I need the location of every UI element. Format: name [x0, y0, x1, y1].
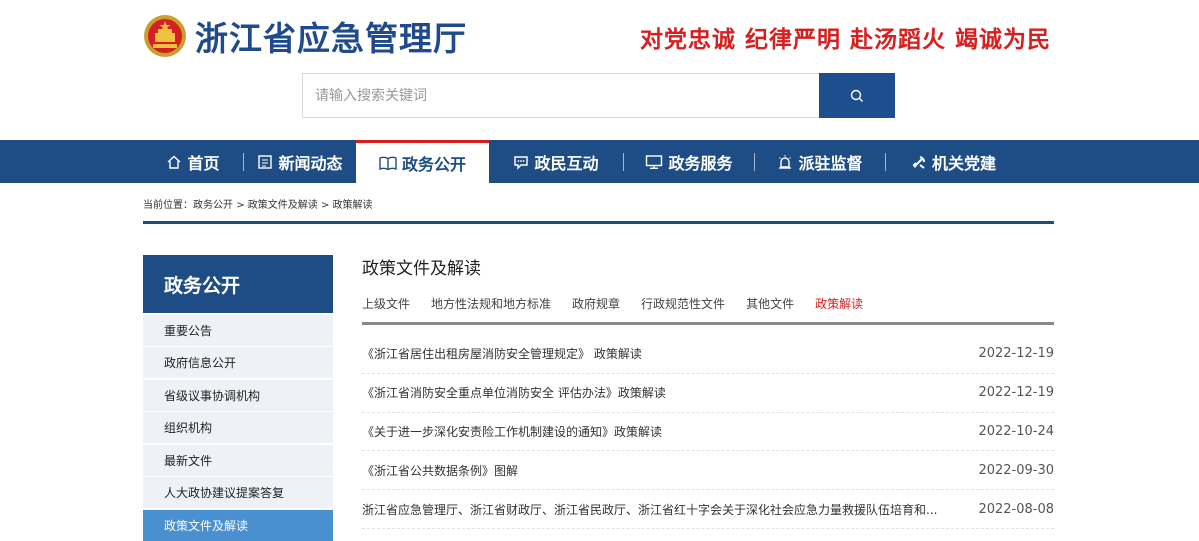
nav-item-party[interactable]: 机关党建: [886, 140, 1021, 183]
party-icon: [911, 154, 927, 170]
nav-label: 政务公开: [401, 155, 466, 174]
main-nav: 首页 新闻动态 政务公开 政民互动 政务服务 派驻监督 机关党建: [0, 140, 1199, 183]
breadcrumb-link[interactable]: 政策文件及解读: [248, 200, 318, 211]
search-icon: [850, 89, 863, 102]
article-date: 2022-12-19: [978, 385, 1054, 401]
nav-item-supervision[interactable]: 派驻监督: [755, 140, 885, 183]
sidebar-item-latest-files[interactable]: 最新文件: [143, 444, 333, 476]
breadcrumb-link[interactable]: 政务公开: [193, 200, 233, 211]
nav-label: 派驻监督: [798, 153, 863, 173]
sidebar-item-announcements[interactable]: 重要公告: [143, 314, 333, 346]
search-input[interactable]: [302, 73, 819, 118]
nav-label: 首页: [187, 153, 220, 173]
list-item: 浙江省应急管理厅、浙江省财政厅、浙江省民政厅、浙江省红十字会关于深化社会应急力量…: [362, 490, 1054, 529]
sidebar-item-info-disclosure[interactable]: 政府信息公开: [143, 347, 333, 378]
breadcrumb: 当前位置：政务公开 > 政策文件及解读 > 政策解读: [143, 196, 373, 211]
tab-other-files[interactable]: 其他文件: [746, 295, 794, 312]
tab-local-regulations[interactable]: 地方性法规和地方标准: [431, 295, 551, 312]
home-icon: [166, 154, 182, 170]
slogan: 对党忠诚 纪律严明 赴汤蹈火 竭诚为民: [639, 27, 1051, 53]
page: 浙江省应急管理厅 对党忠诚 纪律严明 赴汤蹈火 竭诚为民 首页: [0, 0, 1199, 541]
breadcrumb-separator: >: [320, 200, 330, 211]
article-date: 2022-09-30: [978, 462, 1054, 478]
category-tabs: 上级文件 地方性法规和地方标准 政府规章 行政规范性文件 其他文件 政策解读: [362, 295, 1054, 312]
list-item: 《浙江省居住出租房屋消防安全管理规定》 政策解读 2022-12-19: [362, 335, 1054, 374]
site-logo[interactable]: 浙江省应急管理厅: [143, 12, 467, 60]
nav-label: 政务服务: [668, 153, 733, 173]
sidebar-item-proposals[interactable]: 人大政协建议提案答复: [143, 477, 333, 508]
tab-gov-rules[interactable]: 政府规章: [572, 295, 620, 312]
alarm-icon: [777, 154, 793, 170]
search-button[interactable]: [819, 73, 895, 118]
nav-label: 机关党建: [931, 153, 996, 173]
monitor-icon: [645, 154, 663, 170]
tab-policy-interpretation[interactable]: 政策解读: [815, 295, 863, 312]
article-date: 2022-08-08: [978, 501, 1054, 517]
nav-item-home[interactable]: 首页: [143, 140, 243, 183]
tabs-divider: [362, 322, 1054, 325]
list-item: 《浙江省消防安全重点单位消防安全 评估办法》政策解读 2022-12-19: [362, 374, 1054, 413]
sidebar-item-policy-files[interactable]: 政策文件及解读: [143, 509, 333, 541]
breadcrumb-current[interactable]: 政策解读: [333, 200, 373, 211]
book-icon: [379, 155, 397, 171]
article-link[interactable]: 《浙江省居住出租房屋消防安全管理规定》 政策解读: [362, 345, 642, 362]
nav-item-services[interactable]: 政务服务: [624, 140, 754, 183]
newspaper-icon: [257, 154, 273, 170]
breadcrumb-prefix: 当前位置：: [143, 200, 193, 211]
article-link[interactable]: 《浙江省消防安全重点单位消防安全 评估办法》政策解读: [362, 384, 666, 401]
tab-normative-files[interactable]: 行政规范性文件: [641, 295, 725, 312]
breadcrumb-divider: [143, 221, 1054, 224]
national-emblem-icon: [144, 15, 186, 57]
search-bar: [302, 73, 895, 118]
section-title: 政策文件及解读: [362, 259, 481, 279]
nav-item-interaction[interactable]: 政民互动: [489, 140, 623, 183]
list-item: 《关于进一步深化安责险工作机制建设的通知》政策解读 2022-10-24: [362, 413, 1054, 452]
chat-icon: [513, 154, 529, 170]
article-date: 2022-10-24: [978, 423, 1054, 439]
main-content: 政策文件及解读 上级文件 地方性法规和地方标准 政府规章 行政规范性文件 其他文…: [362, 255, 1054, 529]
sidebar-item-organization[interactable]: 组织机构: [143, 412, 333, 443]
article-date: 2022-12-19: [978, 346, 1054, 362]
sidebar-item-coordination[interactable]: 省级议事协调机构: [143, 379, 333, 411]
breadcrumb-separator: >: [236, 200, 245, 211]
article-link[interactable]: 《浙江省公共数据条例》图解: [362, 462, 518, 479]
sidebar: 政务公开 重要公告 政府信息公开 省级议事协调机构 组织机构 最新文件 人大政协…: [143, 255, 333, 541]
tab-superior-files[interactable]: 上级文件: [362, 295, 410, 312]
article-link[interactable]: 浙江省应急管理厅、浙江省财政厅、浙江省民政厅、浙江省红十字会关于深化社会应急力量…: [362, 501, 937, 518]
article-list: 《浙江省居住出租房屋消防安全管理规定》 政策解读 2022-12-19 《浙江省…: [362, 335, 1054, 529]
nav-label: 政民互动: [534, 153, 599, 173]
site-title: 浙江省应急管理厅: [195, 19, 467, 58]
nav-item-news[interactable]: 新闻动态: [244, 140, 356, 183]
nav-label: 新闻动态: [278, 153, 343, 173]
sidebar-title: 政务公开: [143, 255, 333, 313]
list-item: 《浙江省公共数据条例》图解 2022-09-30: [362, 451, 1054, 491]
nav-item-gov-affairs[interactable]: 政务公开: [356, 140, 489, 183]
article-link[interactable]: 《关于进一步深化安责险工作机制建设的通知》政策解读: [362, 423, 662, 440]
